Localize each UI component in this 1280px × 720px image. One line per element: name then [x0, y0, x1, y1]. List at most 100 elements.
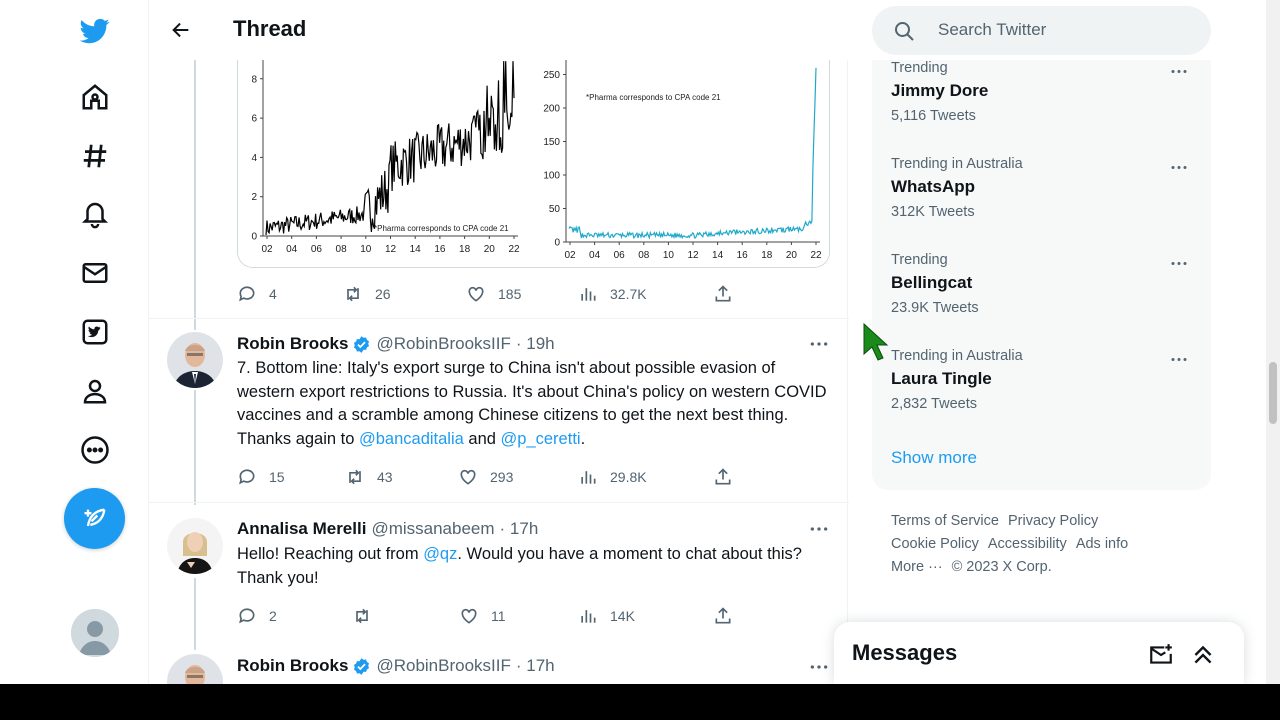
browser-viewport: 0 2 4 6 8 02 04 06 08 10 12 14 16 18 20 22 *Pharma corre…	[0, 0, 1280, 684]
messages-envelope-icon[interactable]	[72, 250, 118, 296]
chart-x-tick-label: 10	[360, 244, 372, 255]
verified-badge-icon	[352, 335, 371, 354]
tweet-timestamp[interactable]: · 17h	[500, 519, 539, 539]
ads-info-link[interactable]: Ads info	[1076, 536, 1128, 552]
share-button[interactable]	[713, 465, 745, 489]
show-more-link[interactable]: Show more	[891, 448, 977, 468]
trends-panel: Trending Jimmy Dore 5,116 Tweets Trendin…	[872, 60, 1211, 490]
chevron-double-up-icon[interactable]	[1190, 642, 1216, 668]
author-handle[interactable]: @RobinBrooksIIF	[376, 334, 510, 354]
search-input[interactable]	[938, 18, 1188, 42]
share-button[interactable]	[713, 604, 745, 628]
tweet-media-chart-image[interactable]: 0 2 4 6 8 02 04 06 08 10 12 14 16 18 20 22 *Pharma corre…	[237, 60, 830, 268]
feather-plus-icon	[84, 508, 105, 526]
chart-x-tick-label: 06	[311, 244, 323, 255]
retweet-button[interactable]: 43	[345, 465, 393, 489]
terms-link[interactable]: Terms of Service	[891, 513, 999, 529]
more-options-icon[interactable]	[1167, 63, 1191, 79]
trend-item[interactable]: Trending in Australia Laura Tingle 2,832…	[891, 348, 1201, 428]
twitter-blue-icon[interactable]	[72, 309, 118, 355]
avatar[interactable]	[167, 654, 223, 684]
chart-x-tick-label: 08	[638, 250, 650, 261]
more-footer-link[interactable]: More ···	[891, 559, 943, 575]
more-options-icon[interactable]	[1167, 159, 1191, 175]
profile-person-icon[interactable]	[72, 368, 118, 414]
avatar[interactable]	[167, 332, 223, 388]
like-count: 293	[490, 469, 514, 485]
like-button[interactable]: 185	[466, 282, 521, 306]
more-options-icon[interactable]	[807, 519, 831, 539]
trend-item[interactable]: Trending in Australia WhatsApp 312K Twee…	[891, 156, 1201, 236]
chart-x-tick-label: 22	[810, 250, 822, 261]
trend-name: WhatsApp	[891, 177, 976, 196]
tweet-text-part: and	[463, 429, 501, 448]
mention-link[interactable]: @p_ceretti	[501, 430, 581, 448]
trend-count: 5,116 Tweets	[891, 108, 976, 124]
author-name[interactable]: Annalisa Merelli	[237, 519, 366, 539]
page-scrollbar[interactable]	[1266, 0, 1280, 684]
trend-context: Trending	[891, 252, 948, 268]
thread-connector-line	[194, 60, 196, 330]
chart-x-tick-label: 12	[385, 244, 397, 255]
reply-count: 4	[269, 286, 277, 302]
tweet-timestamp[interactable]: · 19h	[516, 334, 555, 354]
more-options-icon[interactable]	[807, 657, 831, 677]
reply-button[interactable]: 4	[237, 282, 277, 306]
retweet-count: 43	[377, 469, 393, 485]
tweet-timestamp[interactable]: · 17h	[516, 656, 555, 676]
author-handle[interactable]: @RobinBrooksIIF	[376, 656, 510, 676]
reply-button[interactable]: 15	[237, 465, 285, 489]
views-bar-chart-icon	[581, 471, 596, 484]
explore-hashtag-icon[interactable]	[72, 133, 118, 179]
avatar[interactable]	[167, 518, 223, 574]
more-options-icon[interactable]	[1167, 255, 1191, 271]
more-options-icon[interactable]	[1167, 351, 1191, 367]
reply-icon	[239, 469, 255, 485]
mention-link[interactable]: @qz	[423, 545, 457, 563]
heart-icon	[461, 608, 477, 624]
trend-item[interactable]: Trending Bellingcat 23.9K Tweets	[891, 252, 1201, 332]
tweet-text-part: Hello! Reaching out from	[237, 545, 424, 563]
share-button[interactable]	[713, 282, 745, 306]
retweet-icon	[356, 608, 368, 624]
scrollbar-thumb[interactable]	[1269, 362, 1277, 424]
search-icon	[895, 22, 914, 41]
cookie-policy-link[interactable]: Cookie Policy	[891, 536, 979, 552]
retweet-icon	[347, 286, 359, 302]
views-button[interactable]: 29.8K	[578, 465, 647, 489]
like-button[interactable]: 293	[458, 465, 513, 489]
trend-item[interactable]: Trending Jimmy Dore 5,116 Tweets	[891, 60, 1201, 140]
compose-tweet-button[interactable]	[64, 488, 125, 549]
views-bar-chart-icon	[581, 610, 596, 623]
retweet-button[interactable]: 26	[343, 282, 391, 306]
privacy-link[interactable]: Privacy Policy	[1008, 513, 1098, 529]
search-bar[interactable]	[872, 6, 1211, 55]
more-options-icon[interactable]	[807, 334, 831, 354]
back-arrow-icon[interactable]	[163, 12, 199, 48]
home-icon[interactable]	[72, 74, 118, 120]
account-avatar[interactable]	[71, 609, 119, 657]
views-button[interactable]: 32.7K	[578, 282, 647, 306]
accessibility-link[interactable]: Accessibility	[988, 536, 1067, 552]
thread-column: 0 2 4 6 8 02 04 06 08 10 12 14 16 18 20 22 *Pharma corre…	[148, 0, 849, 684]
messages-drawer[interactable]: Messages	[834, 622, 1244, 684]
heart-icon	[460, 469, 476, 485]
new-message-icon[interactable]	[1148, 642, 1174, 668]
like-button[interactable]: 11	[459, 604, 506, 628]
tweet-actions: 2 11 14K	[237, 604, 737, 628]
views-button[interactable]: 14K	[578, 604, 635, 628]
author-name[interactable]: Robin Brooks	[237, 656, 348, 676]
previous-tweet-actions: 4 26 185 32.7K	[237, 282, 737, 306]
author-handle[interactable]: @missanabeem	[371, 519, 494, 539]
retweet-button[interactable]	[352, 604, 384, 628]
more-circle-icon[interactable]	[72, 427, 118, 473]
reply-button[interactable]: 2	[237, 604, 277, 628]
author-name[interactable]: Robin Brooks	[237, 334, 348, 354]
chart-y-tick-label: 50	[549, 204, 561, 215]
mention-link[interactable]: @bancaditalia	[359, 430, 464, 448]
notifications-bell-icon[interactable]	[72, 191, 118, 237]
thread-connector-line	[194, 390, 196, 505]
views-count: 29.8K	[610, 469, 647, 485]
twitter-logo-icon[interactable]	[72, 8, 118, 54]
reply-count: 15	[269, 469, 285, 485]
